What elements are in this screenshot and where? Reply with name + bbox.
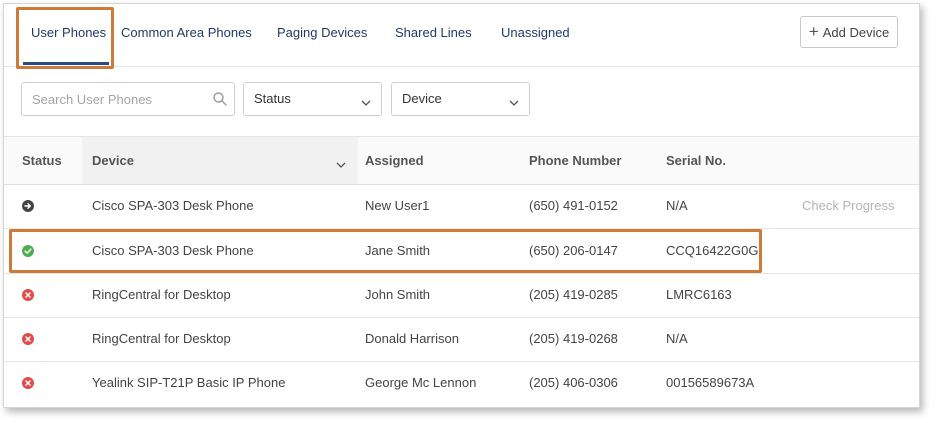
table-row[interactable]: RingCentral for Desktop Donald Harrison … (4, 317, 919, 362)
serial-number-cell: N/A (666, 331, 688, 346)
phone-number-column-header[interactable]: Phone Number (529, 153, 621, 168)
device-filter-select[interactable]: Device (391, 82, 530, 116)
phone-number-cell: (205) 419-0268 (529, 331, 618, 346)
status-column-header[interactable]: Status (22, 153, 62, 168)
plus-icon: + (808, 22, 819, 41)
device-cell: Yealink SIP-T21P Basic IP Phone (92, 375, 286, 390)
phone-number-cell: (650) 491-0152 (529, 198, 618, 213)
x-circle-icon (22, 289, 34, 301)
chevron-down-icon (361, 95, 371, 106)
assigned-column-header[interactable]: Assigned (365, 153, 424, 168)
serial-number-cell: LMRC6163 (666, 287, 732, 302)
device-filter-label: Device (402, 91, 442, 106)
table-row[interactable]: Cisco SPA-303 Desk Phone New User1 (650)… (4, 184, 919, 229)
tab-bar: User Phones Common Area Phones Paging De… (4, 4, 919, 69)
add-device-button[interactable]: + Add Device (800, 16, 898, 48)
device-cell: Cisco SPA-303 Desk Phone (92, 243, 254, 258)
device-cell: RingCentral for Desktop (92, 331, 231, 346)
tab-user-phones[interactable]: User Phones (31, 24, 106, 42)
assigned-cell: New User1 (365, 198, 430, 213)
status-filter-select[interactable]: Status (243, 82, 382, 116)
tab-unassigned[interactable]: Unassigned (501, 24, 570, 42)
table-row[interactable]: RingCentral for Desktop John Smith (205)… (4, 273, 919, 318)
status-filter-label: Status (254, 91, 291, 106)
table-row[interactable]: Yealink SIP-T21P Basic IP Phone George M… (4, 361, 919, 405)
assigned-cell: Donald Harrison (365, 331, 459, 346)
phone-number-cell: (205) 406-0306 (529, 375, 618, 390)
tab-shared-lines[interactable]: Shared Lines (395, 24, 472, 42)
assigned-cell: John Smith (365, 287, 431, 302)
chevron-down-icon (509, 95, 519, 106)
active-tab-indicator (23, 62, 109, 65)
table-header: Status Device Assigned Phone Number Seri… (4, 136, 919, 185)
search-input[interactable] (32, 90, 202, 108)
tab-common-area-phones[interactable]: Common Area Phones (121, 24, 252, 42)
device-cell: Cisco SPA-303 Desk Phone (92, 198, 254, 213)
devices-panel: User Phones Common Area Phones Paging De… (3, 3, 920, 408)
check-progress-link[interactable]: Check Progress (802, 198, 894, 213)
arrow-right-circle-icon (22, 200, 34, 212)
tab-paging-devices[interactable]: Paging Devices (277, 24, 367, 42)
add-device-label: Add Device (822, 24, 890, 40)
search-icon[interactable] (212, 91, 228, 107)
phone-number-cell: (205) 419-0285 (529, 287, 618, 302)
chevron-down-icon[interactable] (336, 157, 346, 168)
assigned-cell: Jane Smith (365, 243, 431, 258)
device-cell: RingCentral for Desktop (92, 287, 231, 302)
table-row[interactable]: Cisco SPA-303 Desk Phone Jane Smith (650… (4, 229, 919, 274)
search-box (21, 82, 235, 116)
serial-number-cell: CCQ16422G0G (666, 243, 759, 258)
serial-number-cell: N/A (666, 198, 688, 213)
serial-number-cell: 00156589673A (666, 375, 755, 390)
assigned-cell: George Mc Lennon (365, 375, 477, 390)
device-column-header[interactable]: Device (92, 153, 134, 168)
serial-number-column-header[interactable]: Serial No. (666, 153, 726, 168)
check-circle-icon (22, 245, 34, 257)
phone-number-cell: (650) 206-0147 (529, 243, 618, 258)
x-circle-icon (22, 333, 34, 345)
x-circle-icon (22, 377, 34, 389)
